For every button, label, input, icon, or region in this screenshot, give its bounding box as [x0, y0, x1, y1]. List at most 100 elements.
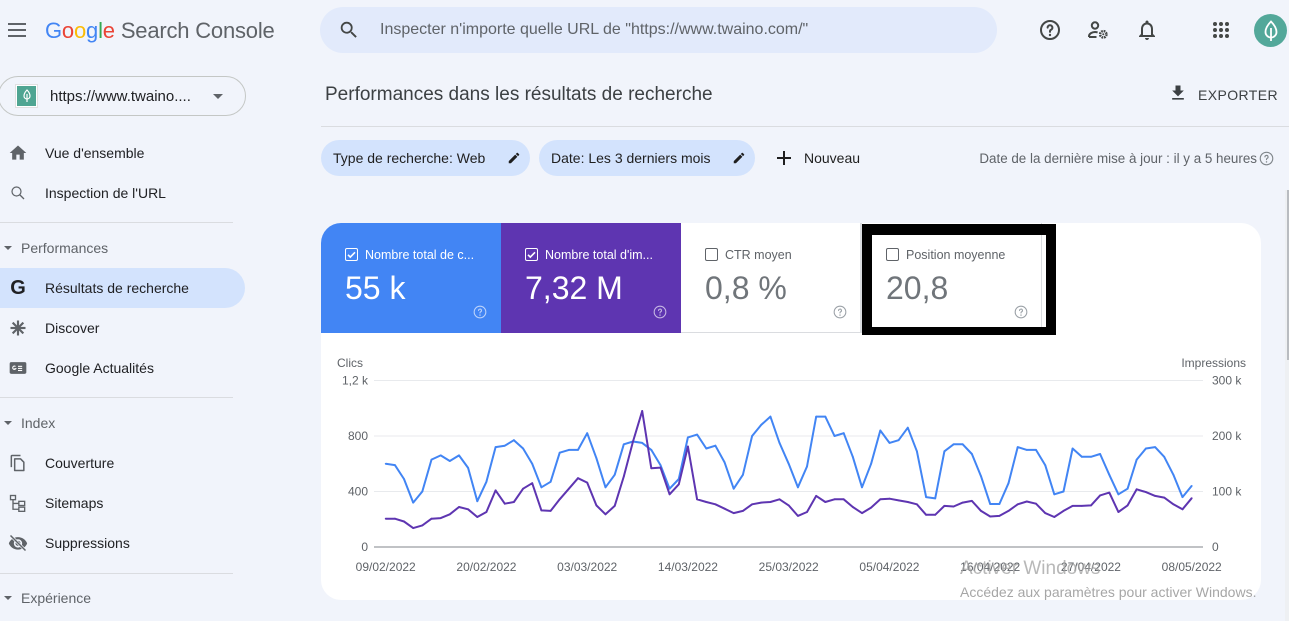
filter-chip-label: Type de recherche: Web	[333, 150, 486, 166]
data-point-impressions	[961, 501, 964, 504]
metric-tile-total-clicks[interactable]: Nombre total de c... 55 k	[321, 223, 501, 333]
asterisk-icon	[8, 318, 28, 338]
data-point-impressions	[430, 517, 433, 520]
app-logo[interactable]: Google Search Console	[45, 18, 275, 44]
data-point-impressions	[861, 512, 863, 514]
dropdown-arrow-icon	[213, 94, 223, 99]
data-point-clics	[641, 442, 644, 444]
series-line-clics[interactable]	[385, 415, 1193, 505]
data-point-clics	[897, 439, 900, 442]
data-point-impressions	[439, 517, 442, 519]
data-point-impressions	[577, 477, 579, 480]
sidebar-item-search-results[interactable]: G Résultats de recherche	[0, 268, 245, 308]
data-point-clics	[384, 462, 387, 465]
logo-letter: g	[86, 18, 99, 43]
data-point-impressions	[403, 520, 405, 523]
checkbox-unchecked-icon[interactable]	[886, 248, 899, 261]
data-point-clics	[934, 497, 937, 500]
data-point-clics	[522, 447, 524, 450]
sidebar-item-url-inspection[interactable]: Inspection de l'URL	[0, 173, 245, 213]
help-icon[interactable]	[1259, 151, 1274, 166]
notifications-bell-icon[interactable]	[1135, 18, 1159, 42]
data-point-clics	[412, 501, 415, 504]
data-point-impressions	[677, 483, 680, 486]
data-point-impressions	[714, 503, 717, 506]
property-favicon	[16, 85, 37, 107]
sidebar-item-label: Résultats de recherche	[45, 280, 189, 296]
header-divider	[321, 126, 1289, 127]
filter-chip-date[interactable]: Date: Les 3 derniers mois	[539, 140, 755, 176]
page-scrollbar[interactable]	[1285, 190, 1289, 621]
export-button[interactable]: EXPORTER	[1164, 80, 1278, 108]
apps-grid-icon[interactable]	[1209, 18, 1233, 42]
checkbox-checked-icon[interactable]	[345, 248, 358, 261]
data-point-impressions	[925, 513, 927, 516]
help-icon[interactable]	[833, 305, 847, 319]
url-inspection-search-bar[interactable]	[320, 7, 997, 53]
data-point-impressions	[778, 498, 781, 501]
data-point-impressions	[824, 501, 827, 503]
y-right-axis-title: Impressions	[1181, 356, 1246, 370]
data-point-clics	[1163, 455, 1166, 458]
search-icon	[8, 183, 28, 203]
data-point-impressions	[568, 487, 570, 490]
data-point-clics	[577, 449, 579, 451]
edit-pencil-icon[interactable]	[732, 151, 746, 165]
edit-pencil-icon[interactable]	[507, 151, 521, 165]
y-right-tick-label: 300 k	[1212, 374, 1242, 388]
data-point-impressions	[760, 501, 763, 504]
page-title: Performances dans les résultats de reche…	[325, 84, 713, 105]
data-point-impressions	[1025, 500, 1028, 503]
help-icon[interactable]	[653, 305, 667, 319]
data-point-clics	[916, 450, 918, 453]
data-point-impressions	[906, 501, 909, 503]
sidebar-item-overview[interactable]: Vue d'ensemble	[0, 133, 245, 173]
account-avatar[interactable]	[1254, 14, 1287, 47]
data-point-impressions	[980, 510, 982, 512]
data-point-clics	[824, 415, 827, 418]
logo-letter: o	[73, 18, 87, 43]
sidebar-section-experience[interactable]: Expérience	[0, 578, 233, 618]
y-left-tick-label: 1,2 k	[342, 374, 369, 388]
metric-value: 55 k	[345, 270, 406, 306]
series-line-impressions[interactable]	[385, 410, 1193, 530]
data-point-clics	[696, 433, 698, 436]
sidebar-item-discover[interactable]: Discover	[0, 308, 245, 348]
checkbox-checked-icon[interactable]	[525, 248, 538, 261]
sidebar-item-label: Sitemaps	[45, 495, 104, 511]
data-point-impressions	[522, 487, 524, 490]
data-point-clics	[1007, 482, 1010, 485]
metric-tile-average-ctr[interactable]: CTR moyen 0,8 %	[681, 223, 861, 333]
data-point-clics	[476, 500, 479, 503]
new-filter-button[interactable]: Nouveau	[772, 140, 868, 176]
help-icon[interactable]	[1014, 305, 1028, 319]
data-point-clics	[430, 458, 433, 461]
sidebar-item-sitemaps[interactable]: Sitemaps	[0, 483, 245, 523]
property-selector[interactable]: https://www.twaino....	[0, 76, 246, 116]
file-copy-icon	[8, 453, 28, 473]
main-menu-button[interactable]	[8, 23, 26, 37]
sidebar-item-google-news[interactable]: Google Actualités	[0, 348, 245, 388]
sidebar-section-performances[interactable]: Performances	[0, 228, 233, 268]
sidebar-item-label: Vue d'ensemble	[45, 145, 145, 161]
y-right-tick-label: 200 k	[1212, 429, 1242, 443]
data-point-impressions	[1007, 510, 1010, 512]
url-inspection-input[interactable]	[378, 7, 978, 53]
data-point-clics	[797, 486, 799, 489]
help-icon[interactable]	[1038, 18, 1062, 42]
sidebar-item-coverage[interactable]: Couverture	[0, 443, 245, 483]
admin-settings-icon[interactable]	[1086, 18, 1110, 42]
sidebar-section-index[interactable]: Index	[0, 403, 233, 443]
sidebar-item-label: Discover	[45, 320, 100, 336]
data-point-clics	[586, 432, 589, 435]
windows-activation-watermark-title: Activer Windows	[960, 558, 1101, 579]
metric-tile-average-position[interactable]: Position moyenne 20,8	[861, 223, 1042, 333]
metric-tile-total-impressions[interactable]: Nombre total d'im... 7,32 M	[501, 223, 681, 333]
data-point-impressions	[815, 495, 818, 497]
data-point-clics	[568, 449, 570, 451]
checkbox-unchecked-icon[interactable]	[705, 248, 718, 261]
filter-chip-search-type[interactable]: Type de recherche: Web	[321, 140, 530, 176]
help-icon[interactable]	[473, 305, 487, 319]
sidebar-item-removals[interactable]: Suppressions	[0, 523, 245, 563]
data-point-clics	[540, 486, 543, 489]
